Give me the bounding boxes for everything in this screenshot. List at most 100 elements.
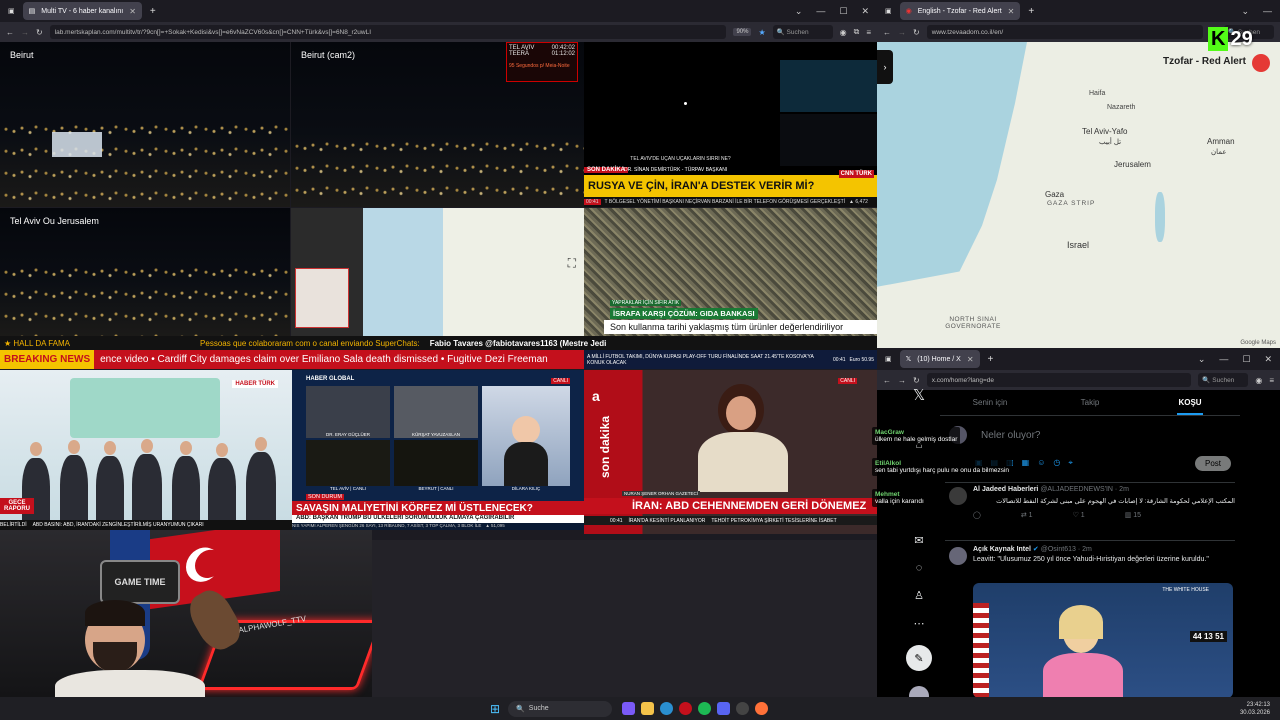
map-stream[interactable]: ⛶: [291, 208, 584, 336]
map-attribution[interactable]: Google Maps: [1240, 340, 1276, 346]
url-bar[interactable]: x.com/home?lang=de: [926, 373, 1192, 387]
beirut-cam2[interactable]: Beirut (cam2) TEL AVIV 00:42:02 TEERÃ 01:1…: [291, 42, 584, 207]
close-window-icon[interactable]: ✕: [1264, 354, 1272, 365]
cnn-logo: CNN TÜRK: [838, 170, 874, 178]
a-haber-stream[interactable]: a son dakika CANLI NURAN ŞENER ORHAN GAZ…: [584, 370, 877, 534]
x-logo-icon[interactable]: 𝕏: [913, 386, 925, 404]
widgets-icon[interactable]: [622, 702, 636, 715]
taskbar-search[interactable]: 🔍 Suche: [508, 700, 613, 717]
edge-icon[interactable]: [660, 702, 674, 715]
tab-custom[interactable]: KOŞU: [1140, 392, 1240, 415]
url-bar[interactable]: www.tzevaadom.co.il/en/: [926, 25, 1203, 39]
son-dakika-label: SON DAKİKA: [584, 167, 629, 173]
alert-map[interactable]: › Tzofar - Red Alert Haifa Nazareth Tel …: [877, 42, 1280, 348]
retweet-icon[interactable]: ⇄ 1: [1021, 511, 1033, 519]
waste-subtitle: Son kullanma tarihi yaklaşmış tüm ürünle…: [604, 320, 877, 334]
fullscreen-icon[interactable]: ⛶: [568, 256, 576, 271]
firefox-icon[interactable]: [755, 702, 769, 715]
superchat-ticker: ★ HALL DA FAMA Pessoas que colaboraram c…: [0, 336, 877, 350]
messages-icon[interactable]: ◌: [916, 562, 923, 574]
windows-start-icon[interactable]: ⊞: [490, 702, 500, 716]
tweet[interactable]: Açık Kaynak Intel ✔ @Osint613 · 2m Leavi…: [945, 540, 1235, 698]
head: [68, 440, 80, 454]
new-tab-icon[interactable]: +: [1028, 6, 1034, 17]
tab-list-icon[interactable]: ▣: [885, 7, 892, 15]
map-label-amman: Amman: [1207, 137, 1235, 146]
telaviv-cam[interactable]: Tel Aviv Ou Jerusalem: [0, 208, 290, 336]
spotify-icon[interactable]: [698, 702, 712, 715]
map-sea: [877, 42, 1027, 287]
post-button[interactable]: Post: [1194, 456, 1231, 471]
search-input[interactable]: 🔍 Suchen: [1198, 373, 1249, 387]
cnn-turk-stream[interactable]: TEL AVIV'DE UÇAN UÇAKLARIN SIRRI NE? SON…: [584, 42, 877, 207]
compose-post-icon[interactable]: ✎: [906, 645, 932, 671]
profile-icon[interactable]: ♙: [914, 589, 924, 602]
like-icon[interactable]: ♡ 1: [1073, 511, 1085, 519]
back-icon[interactable]: ←: [6, 28, 14, 37]
maximize-icon[interactable]: ☐: [1242, 354, 1250, 365]
guest2-name: KÜRŞAT YAVUZASLAN: [411, 432, 461, 437]
minimize-icon[interactable]: —: [1219, 354, 1228, 365]
bookmark-star-icon[interactable]: ★: [758, 28, 765, 37]
back-icon[interactable]: ←: [883, 376, 891, 385]
extensions-icon[interactable]: ⧉: [854, 27, 860, 37]
tweet[interactable]: Al Jadeed Haberleri @ALJADEEDNEWS'IN · 2…: [945, 482, 1235, 536]
clock[interactable]: 23:42:13 30.03.2026: [1240, 701, 1270, 717]
tab-tzofar[interactable]: ◉ English - Tzofar - Red Alert ✕: [899, 2, 1021, 20]
file-explorer-icon[interactable]: [641, 702, 655, 715]
back-icon[interactable]: ←: [883, 28, 891, 37]
chevron-down-icon[interactable]: ⌄: [1241, 6, 1249, 17]
side-toggle[interactable]: ›: [877, 50, 893, 84]
city-label1: TEL AVİV | CANLI: [330, 486, 366, 491]
reload-icon[interactable]: ↻: [36, 28, 43, 37]
account-icon[interactable]: ◉: [1255, 376, 1262, 385]
close-tab-icon[interactable]: ✕: [129, 7, 136, 16]
more-icon[interactable]: ⋯: [914, 617, 925, 630]
new-tab-icon[interactable]: +: [988, 354, 994, 365]
notifications-icon[interactable]: ✉: [914, 534, 923, 547]
menu-icon[interactable]: ≡: [1269, 376, 1274, 385]
siren-box: TEL AVIV 00:42:02 TEERÃ 01:12:02 95 Segund…: [506, 42, 578, 82]
tab-multitv[interactable]: ▤ Multi TV - 6 haber kanalını ✕: [22, 2, 142, 20]
tab-list-icon[interactable]: ▣: [885, 355, 892, 363]
forward-icon[interactable]: →: [21, 28, 29, 37]
views-icon[interactable]: ▥ 15: [1125, 511, 1141, 519]
opera-icon[interactable]: [679, 702, 693, 715]
reply-icon[interactable]: ◯: [973, 511, 981, 519]
search-input[interactable]: 🔍 Suchen: [772, 25, 833, 39]
compose-input[interactable]: Neler oluyor?: [981, 430, 1040, 441]
tab-list-icon[interactable]: ▣: [8, 7, 15, 15]
new-tab-icon[interactable]: +: [150, 6, 156, 17]
waste-news-stream[interactable]: YAPRAKLAR İÇİN SIFIR ATIK İSRAFA KARŞI Ç…: [584, 208, 877, 336]
reload-icon[interactable]: ↻: [913, 376, 920, 385]
tab-following[interactable]: Takip: [1040, 392, 1140, 415]
reload-icon[interactable]: ↻: [913, 28, 920, 37]
haber-global-stream[interactable]: HABER GLOBAL CANLI DR. ERAY GÜÇLÜER KÜRŞ…: [292, 370, 584, 530]
minimize-icon[interactable]: —: [1263, 6, 1272, 17]
chevron-down-icon[interactable]: ⌄: [795, 6, 803, 17]
map-label-gaza-strip: GAZA STRIP: [1047, 200, 1096, 207]
forward-icon[interactable]: →: [898, 376, 906, 385]
chevron-down-icon[interactable]: ⌄: [1198, 354, 1206, 365]
tab-x-home[interactable]: 𝕏 (10) Home / X ✕: [899, 350, 980, 368]
map-label-nazareth: Nazareth: [1107, 104, 1136, 111]
haberturk-stream[interactable]: HABER TÜRK GECE RAPORU BELİRTİLDİ ABD BAS…: [0, 370, 292, 530]
account-icon[interactable]: ◉: [840, 28, 847, 37]
zoom-level[interactable]: 90%: [733, 28, 752, 36]
discord-icon[interactable]: [717, 702, 731, 715]
close-window-icon[interactable]: ✕: [861, 6, 869, 17]
head: [216, 443, 228, 457]
cnn-headline: RUSYA VE ÇİN, İRAN'A DESTEK VERİR Mİ?: [584, 175, 877, 197]
tweet-video[interactable]: THE WHITE HOUSE 44 13 51: [973, 583, 1233, 698]
beirut-cam[interactable]: Beirut: [0, 42, 290, 207]
obs-icon[interactable]: [736, 702, 750, 715]
close-tab-icon[interactable]: ✕: [1008, 7, 1015, 16]
tab-for-you[interactable]: Senin için: [940, 392, 1040, 415]
minimize-icon[interactable]: —: [816, 6, 825, 17]
url-bar[interactable]: lab.mertskaplan.com/multitv/tr/?9cn[]=+S…: [49, 25, 727, 39]
haber-global-headline: SAVAŞIN MALİYETİNİ KÖRFEZ Mİ ÜSTLENECEK?: [292, 501, 584, 515]
maximize-icon[interactable]: ☐: [839, 6, 847, 17]
forward-icon[interactable]: →: [898, 28, 906, 37]
close-tab-icon[interactable]: ✕: [967, 355, 974, 364]
menu-icon[interactable]: ≡: [866, 28, 871, 37]
